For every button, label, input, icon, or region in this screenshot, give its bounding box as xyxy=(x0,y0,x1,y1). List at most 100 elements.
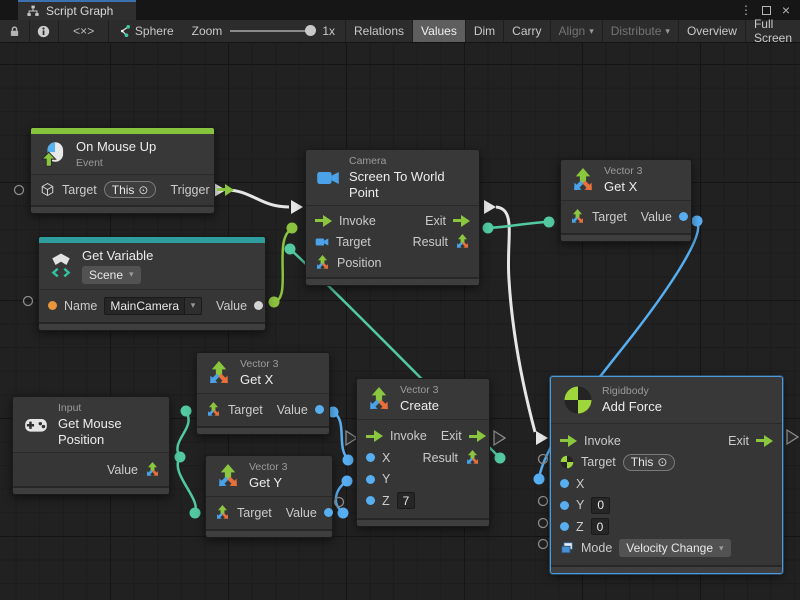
vector3-icon[interactable] xyxy=(455,234,470,249)
target-self-pill[interactable]: This ⊙ xyxy=(104,181,157,198)
rigidbody-type-icon xyxy=(560,455,574,469)
gamepad-icon xyxy=(23,413,49,437)
flow-arrow-icon[interactable] xyxy=(756,435,773,447)
float-port-dot[interactable] xyxy=(315,405,324,414)
node-title: Create xyxy=(400,398,439,414)
vector3-icon[interactable] xyxy=(215,505,230,520)
node-title: Get Mouse Position xyxy=(58,416,159,447)
vector3-icon xyxy=(571,168,595,192)
value-port-dot[interactable] xyxy=(254,301,263,310)
variable-name-combo[interactable]: MainCamera ▾ xyxy=(104,297,202,315)
port-label-target: Target xyxy=(581,455,616,469)
float-port-dot[interactable] xyxy=(366,475,375,484)
vector3-icon[interactable] xyxy=(465,450,480,465)
graph-breadcrumb[interactable]: Sphere xyxy=(109,20,182,42)
float-port-dot[interactable] xyxy=(366,496,375,505)
node-title: Add Force xyxy=(602,399,662,415)
object-picker-icon: ⊙ xyxy=(657,455,667,469)
port-label-invoke: Invoke xyxy=(339,214,376,228)
overview-button[interactable]: Overview xyxy=(678,20,745,42)
variable-scope-dropdown[interactable]: Scene ▾ xyxy=(82,266,141,284)
float-port-dot[interactable] xyxy=(560,479,569,488)
node-screen-to-world-point[interactable]: Camera Screen To World Point Invoke Exit… xyxy=(305,149,480,286)
z-value-field[interactable]: 7 xyxy=(397,492,416,509)
close-icon[interactable]: × xyxy=(778,2,794,18)
vector3-icon[interactable] xyxy=(206,402,221,417)
flow-arrow-icon[interactable] xyxy=(469,430,486,442)
node-title: Get X xyxy=(604,179,643,195)
float-port-dot[interactable] xyxy=(560,501,569,510)
flow-arrow-icon[interactable] xyxy=(366,430,383,442)
node-footer xyxy=(551,565,782,573)
float-port-dot[interactable] xyxy=(679,212,688,221)
chevron-down-icon: ▾ xyxy=(589,26,594,37)
vector3-icon[interactable] xyxy=(315,255,330,270)
node-subtitle: Event xyxy=(76,157,156,169)
relations-button[interactable]: Relations xyxy=(345,20,412,42)
node-footer xyxy=(197,426,329,434)
string-port-dot[interactable] xyxy=(48,301,57,310)
port-label-value: Value xyxy=(641,210,672,224)
node-footer xyxy=(357,518,489,526)
node-category: Input xyxy=(58,402,159,414)
enum-icon xyxy=(560,541,574,555)
vector3-icon[interactable] xyxy=(145,462,160,477)
node-get-variable[interactable]: Get Variable Scene ▾ Name MainCamera ▾ V… xyxy=(38,236,266,331)
flow-arrow-icon[interactable] xyxy=(315,215,332,227)
distribute-button[interactable]: Distribute▾ xyxy=(602,20,678,42)
zoom-slider-handle[interactable] xyxy=(305,25,316,36)
node-vector3-get-x-mid[interactable]: Vector 3 Get X Target Value xyxy=(196,352,330,435)
node-vector3-create[interactable]: Vector 3 Create Invoke Exit X Result xyxy=(356,378,490,527)
port-label-trigger: Trigger xyxy=(170,183,209,197)
port-label-z: Z xyxy=(382,494,390,508)
z-value-field[interactable]: 0 xyxy=(591,518,610,535)
mode-dropdown[interactable]: Velocity Change ▾ xyxy=(619,539,730,557)
port-label-z: Z xyxy=(576,520,584,534)
maximize-icon[interactable] xyxy=(758,2,774,18)
flow-arrow-icon[interactable] xyxy=(217,184,234,196)
lock-button[interactable] xyxy=(0,20,29,42)
flow-arrow-icon[interactable] xyxy=(453,215,470,227)
kebab-menu-icon[interactable]: ⋮ xyxy=(738,2,754,18)
code-toggle-button[interactable]: <×> xyxy=(59,20,109,42)
node-title: Screen To World Point xyxy=(349,169,469,200)
vector3-icon[interactable] xyxy=(570,209,585,224)
port-label-target: Target xyxy=(228,403,263,417)
node-category: Vector 3 xyxy=(240,358,279,370)
node-title: Get Variable xyxy=(82,248,153,264)
tab-script-graph[interactable]: Script Graph xyxy=(18,0,136,20)
node-vector3-get-y[interactable]: Vector 3 Get Y Target Value xyxy=(205,455,333,538)
target-self-pill[interactable]: This ⊙ xyxy=(623,454,676,471)
view-options: Relations Values Dim Carry Align▾ Distri… xyxy=(345,20,800,42)
node-title: On Mouse Up xyxy=(76,139,156,155)
node-get-mouse-position[interactable]: Input Get Mouse Position Value xyxy=(12,396,170,495)
flow-arrow-icon[interactable] xyxy=(560,435,577,447)
carry-button[interactable]: Carry xyxy=(503,20,549,42)
float-port-dot[interactable] xyxy=(560,522,569,531)
node-category: Vector 3 xyxy=(249,461,288,473)
float-port-dot[interactable] xyxy=(366,453,375,462)
node-on-mouse-up[interactable]: On Mouse Up Event Target This ⊙ Trigger xyxy=(30,127,215,214)
port-label-x: X xyxy=(576,477,584,491)
vector3-icon xyxy=(216,464,240,488)
node-add-force[interactable]: Rigidbody Add Force Invoke Exit Target T… xyxy=(550,376,783,574)
graph-name: Sphere xyxy=(135,24,174,38)
dim-button[interactable]: Dim xyxy=(465,20,503,42)
zoom-control: Zoom 1x xyxy=(182,20,345,42)
float-port-dot[interactable] xyxy=(324,508,333,517)
values-button[interactable]: Values xyxy=(412,20,465,42)
align-button[interactable]: Align▾ xyxy=(550,20,602,42)
fullscreen-button[interactable]: Full Screen xyxy=(745,20,800,42)
node-title: Get X xyxy=(240,372,279,388)
node-vector3-get-x-top[interactable]: Vector 3 Get X Target Value xyxy=(560,159,692,242)
zoom-slider[interactable] xyxy=(230,30,314,32)
graph-toolbar: <×> Sphere Zoom 1x Relations Values Dim … xyxy=(0,20,800,43)
gameobject-cube-icon xyxy=(40,182,55,197)
inspect-button[interactable] xyxy=(29,20,58,42)
y-value-field[interactable]: 0 xyxy=(591,497,610,514)
port-label-target: Target xyxy=(62,183,97,197)
port-label-exit: Exit xyxy=(425,214,446,228)
port-label-y: Y xyxy=(382,472,390,486)
port-label-value: Value xyxy=(107,463,138,477)
port-label-target: Target xyxy=(237,506,272,520)
